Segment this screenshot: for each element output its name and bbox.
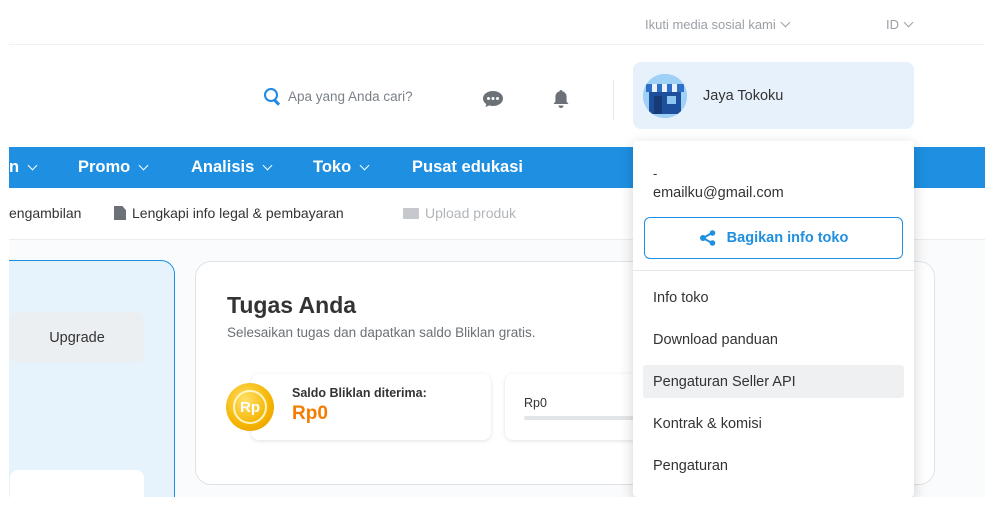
coin-icon: Rp [226,383,274,431]
account-name-placeholder: - [653,166,658,181]
dropdown-divider [633,270,914,271]
nav-item-promo[interactable]: Promo [78,158,149,177]
share-store-label: Bagikan info toko [726,230,849,246]
chevron-down-icon [359,160,370,171]
nav-item-toko[interactable]: Toko [313,158,370,177]
step-label: Upload produk [425,205,517,221]
menu-item-label: Download panduan [653,331,778,348]
progress-bar [524,416,634,420]
top-bar: Ikuti media sosial kami ID [9,7,985,45]
header-divider [613,80,614,120]
upload-icon [403,207,419,219]
store-name: Jaya Tokoku [703,87,784,104]
search-placeholder: Apa yang Anda cari? [288,88,413,104]
saldo-value: Rp0 [292,403,328,424]
search-box[interactable]: Apa yang Anda cari? [264,88,413,104]
nav-item-label: Promo [78,158,131,176]
saldo-card [251,374,491,440]
chevron-down-icon [138,160,149,171]
coin-label: Rp [233,390,267,424]
nav-item-label: Toko [313,158,352,176]
account-email: emailku@gmail.com [653,185,784,201]
menu-item-info-toko[interactable]: Info toko [643,281,904,314]
nav-item-label: Analisis [191,158,255,176]
social-media-dropdown[interactable]: Ikuti media sosial kami [645,17,791,32]
menu-item-pengaturan[interactable]: Pengaturan [643,449,904,482]
store-account-button[interactable]: Jaya Tokoku [633,62,914,129]
nav-item-partial[interactable]: n [9,158,38,177]
tasks-title: Tugas Anda [227,292,357,318]
app-frame: Ikuti media sosial kami ID Apa yang Anda… [9,7,985,497]
chevron-down-icon [27,160,38,171]
step-label: Lengkapi info legal & pembayaran [132,205,344,221]
document-icon [114,206,126,220]
step-legal-payment[interactable]: Lengkapi info legal & pembayaran [114,205,344,221]
step-label: engambilan [9,205,82,221]
menu-item-seller-api[interactable]: Pengaturan Seller API [643,365,904,398]
share-store-button[interactable]: Bagikan info toko [644,217,903,259]
menu-item-label: Info toko [653,289,709,306]
nav-item-analisis[interactable]: Analisis [191,158,273,177]
menu-item-kontrak-komisi[interactable]: Kontrak & komisi [643,407,904,440]
tasks-subtitle: Selesaikan tugas dan dapatkan saldo Blik… [227,325,536,340]
account-dropdown-menu: - emailku@gmail.com Bagikan info toko In… [633,141,914,497]
nav-item-pusat-edukasi[interactable]: Pusat edukasi [412,158,523,177]
menu-item-download-panduan[interactable]: Download panduan [643,323,904,356]
social-media-label: Ikuti media sosial kami [645,17,776,32]
membership-card: Upgrade [9,260,175,497]
menu-item-label: Pengaturan Seller API [653,373,796,390]
store-avatar [643,73,687,118]
chevron-down-icon [903,17,914,28]
upgrade-label: Upgrade [49,329,105,346]
info-panel [10,470,144,497]
nav-item-label: n [9,158,20,176]
chevron-down-icon [262,160,273,171]
progress-value: Rp0 [524,396,547,410]
menu-item-label: Pengaturan [653,457,728,474]
header: Apa yang Anda cari? Jaya Tokoku [9,45,985,147]
step-upload-produk[interactable]: Upload produk [403,205,516,221]
menu-item-label: Kontrak & komisi [653,415,762,432]
share-icon [699,230,715,246]
language-selector[interactable]: ID [886,17,914,32]
bell-icon[interactable] [552,89,570,109]
search-icon [264,88,280,104]
saldo-label: Saldo Bliklan diterima: [292,386,427,400]
upgrade-button[interactable]: Upgrade [10,312,144,363]
nav-item-label: Pusat edukasi [412,158,523,176]
step-pengambilan[interactable]: engambilan [9,205,81,221]
chat-icon[interactable] [482,90,504,108]
chevron-down-icon [780,17,791,28]
language-label: ID [886,17,899,32]
